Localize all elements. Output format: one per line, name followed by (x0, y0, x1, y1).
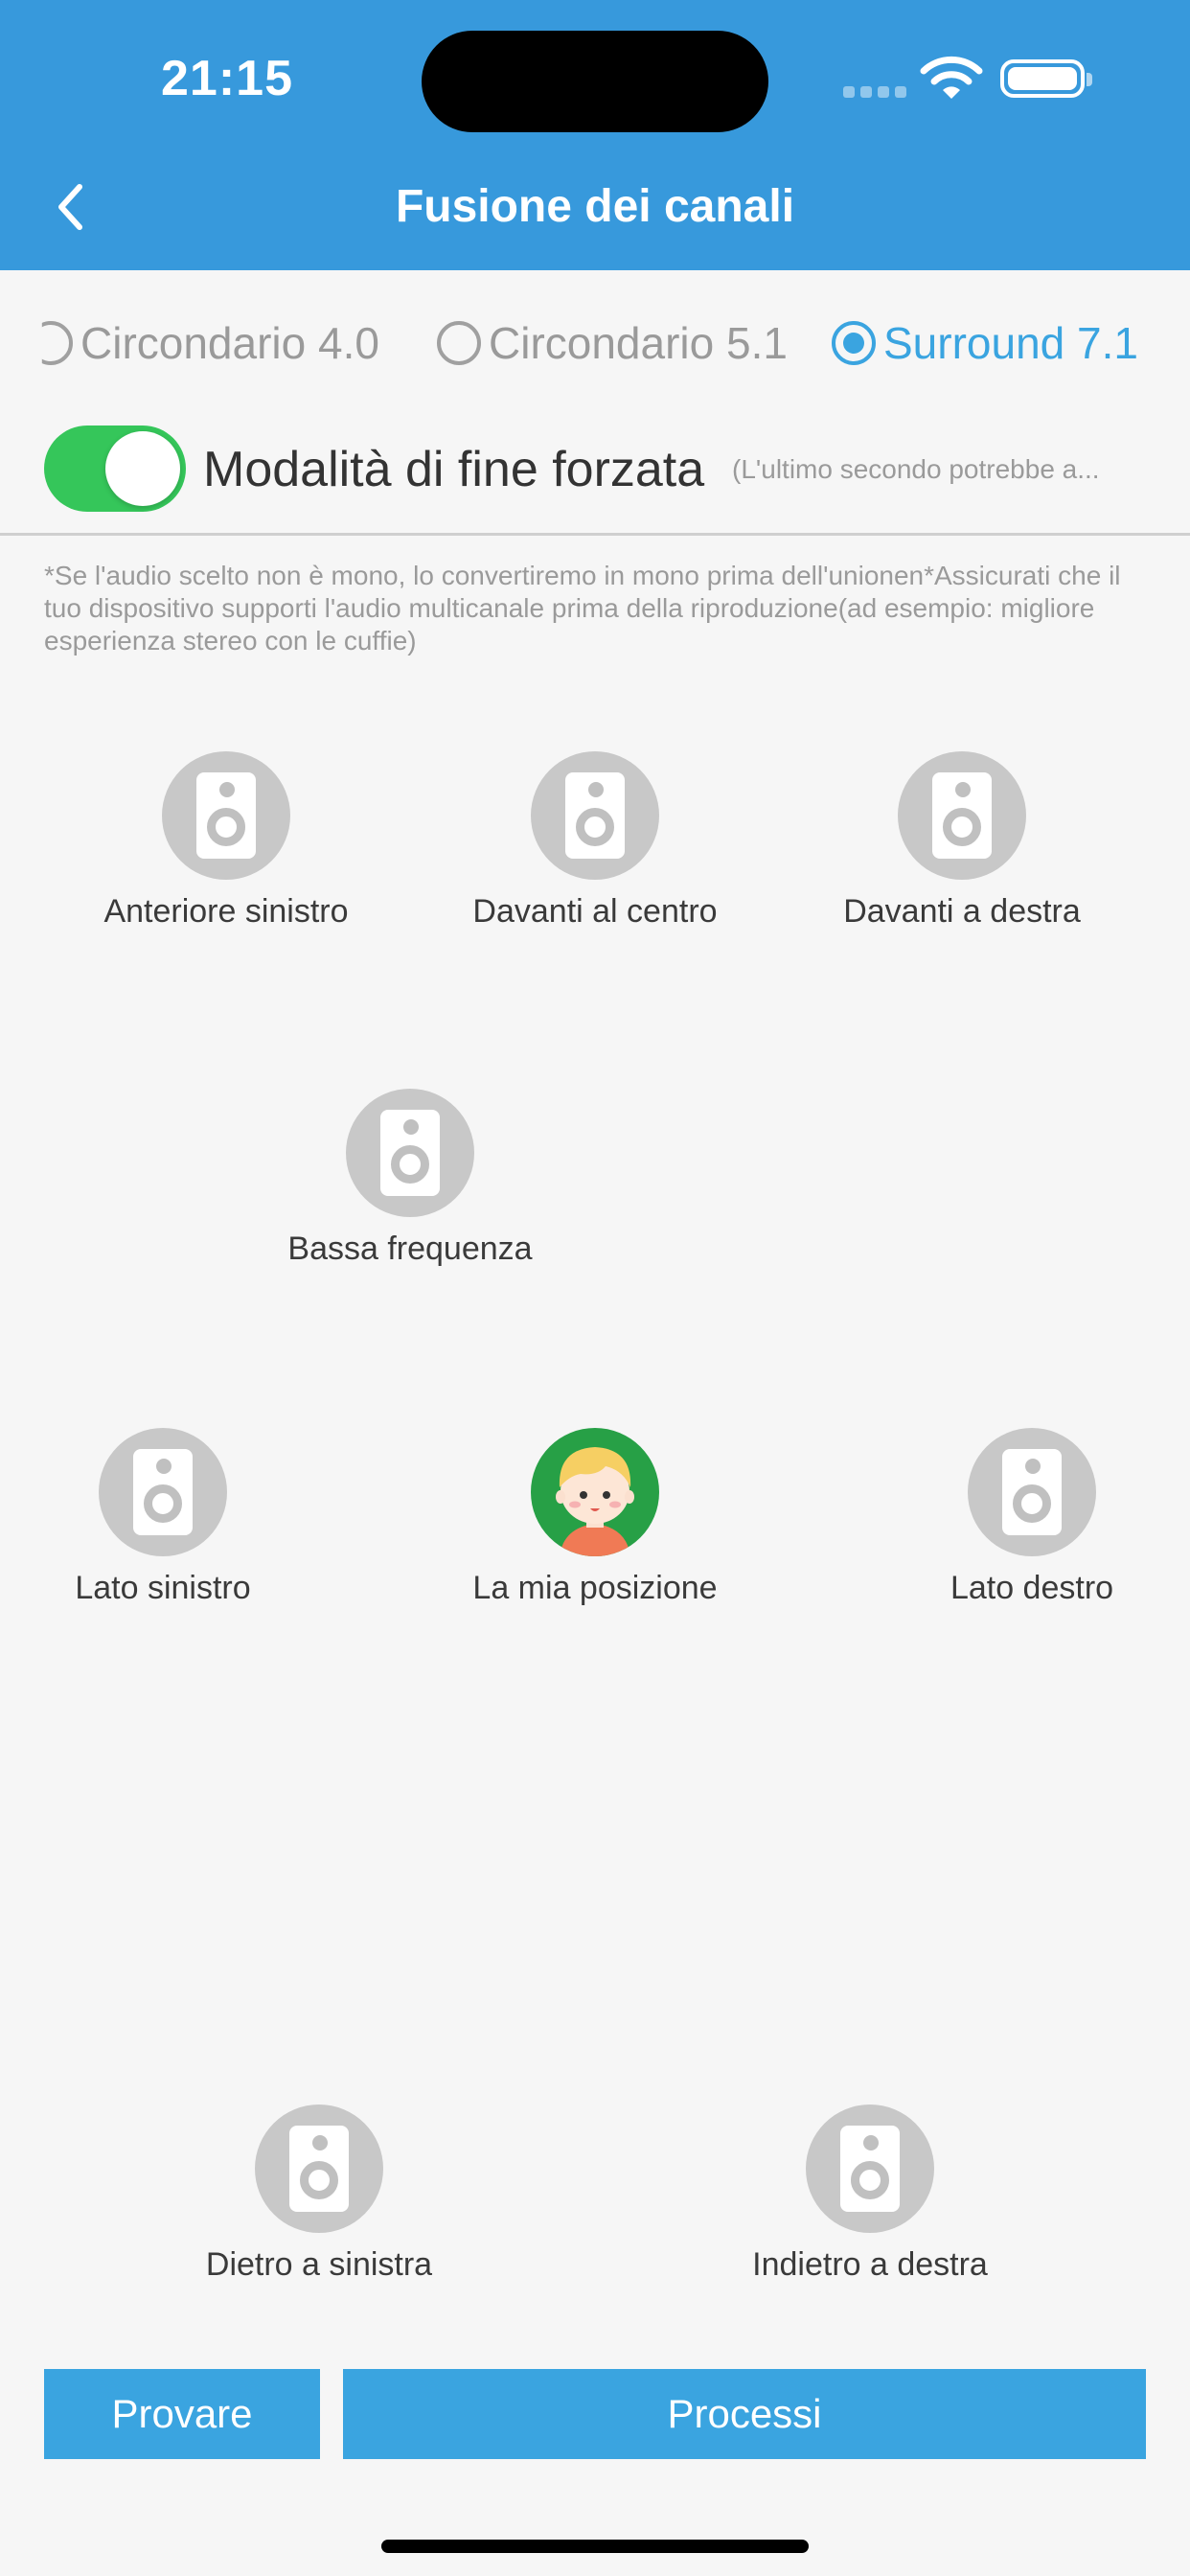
speaker-side-left[interactable]: Lato sinistro (0, 1428, 326, 1607)
forced-end-toggle[interactable] (44, 426, 186, 512)
speaker-label: Dietro a sinistra (205, 2246, 433, 2283)
battery-icon (1000, 59, 1092, 98)
speaker-label: Anteriore sinistro (103, 893, 349, 930)
speaker-icon (99, 1428, 227, 1556)
app-header: 21:15 Fusione dei canali (0, 0, 1190, 270)
my-position-label: La mia posizione (472, 1570, 718, 1606)
divider (0, 533, 1190, 536)
speaker-icon (255, 2104, 383, 2233)
mode-option-7-1[interactable]: Surround 7.1 (832, 314, 1138, 372)
speaker-label: Bassa frequenza (287, 1230, 533, 1267)
child-avatar-icon (556, 1447, 634, 1556)
speaker-low-frequency[interactable]: Bassa frequenza (247, 1089, 573, 1268)
radio-selected-icon (832, 321, 876, 365)
mode-label: Surround 7.1 (883, 318, 1138, 368)
try-button[interactable]: Provare (44, 2369, 320, 2459)
speaker-label: Davanti a destra (843, 893, 1081, 930)
speaker-icon (898, 751, 1026, 880)
speaker-label: Davanti al centro (472, 893, 718, 930)
mode-option-5-1[interactable]: Circondario 5.1 (437, 314, 788, 372)
avatar (531, 1428, 659, 1556)
speaker-label: Lato destro (950, 1570, 1114, 1606)
speaker-icon (968, 1428, 1096, 1556)
speaker-front-center[interactable]: Davanti al centro (432, 751, 758, 931)
cellular-signal-icon (843, 86, 906, 98)
speaker-back-left[interactable]: Dietro a sinistra (156, 2104, 482, 2284)
toggle-knob (105, 431, 180, 506)
mode-label: Circondario 4.0 (80, 318, 379, 368)
speaker-side-right[interactable]: Lato destro (869, 1428, 1190, 1607)
speaker-icon (162, 751, 290, 880)
speaker-front-left[interactable]: Anteriore sinistro (63, 751, 389, 931)
page-title: Fusione dei canali (395, 181, 795, 232)
process-button[interactable]: Processi (343, 2369, 1146, 2459)
radio-unselected-icon (437, 321, 481, 365)
mode-label: Circondario 5.1 (489, 318, 788, 368)
speaker-icon (531, 751, 659, 880)
forced-end-note: (L'ultimo secondo potrebbe a... (732, 454, 1100, 484)
forced-end-label: Modalità di fine forzata (203, 442, 705, 497)
notice-text: *Se l'audio scelto non è mono, lo conver… (44, 561, 1121, 656)
speaker-icon (346, 1089, 474, 1217)
surround-mode-selector: Circondario 4.0 Circondario 5.1 Surround… (41, 314, 1154, 372)
mode-option-4-0[interactable]: Circondario 4.0 (41, 314, 379, 372)
speaker-label: Lato sinistro (75, 1570, 251, 1606)
home-indicator[interactable] (381, 2540, 809, 2553)
my-position[interactable]: La mia posizione (432, 1428, 758, 1607)
speaker-back-right[interactable]: Indietro a destra (707, 2104, 1033, 2284)
speaker-icon (806, 2104, 934, 2233)
wifi-icon (920, 56, 983, 100)
radio-unselected-icon (41, 321, 73, 365)
speaker-front-right[interactable]: Davanti a destra (799, 751, 1125, 931)
status-time: 21:15 (161, 51, 293, 106)
dynamic-island (422, 31, 768, 132)
speaker-label: Indietro a destra (752, 2246, 988, 2283)
